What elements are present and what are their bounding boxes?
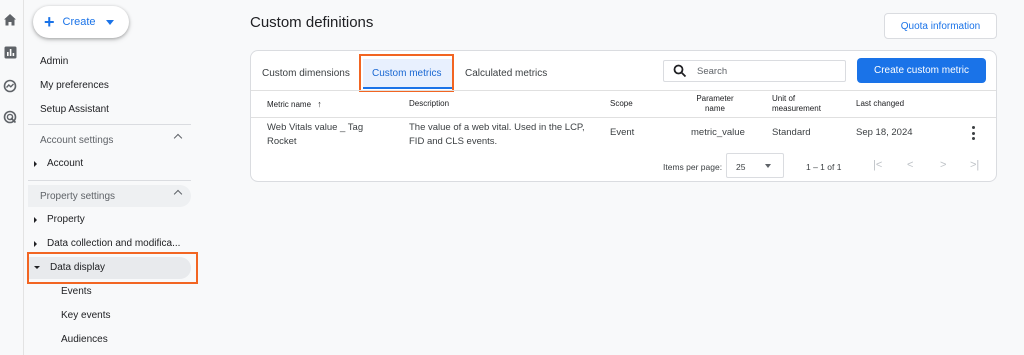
sort-arrow-icon[interactable]: ↑ bbox=[317, 99, 322, 109]
sidebar-item-admin[interactable]: Admin bbox=[40, 56, 68, 67]
header-label-line: measurement bbox=[772, 104, 821, 113]
reports-icon[interactable] bbox=[2, 44, 18, 60]
search-input[interactable] bbox=[663, 60, 846, 82]
create-button-label: Create bbox=[62, 16, 96, 28]
sidebar-item-data-collection[interactable]: Data collection and modifica... bbox=[34, 238, 180, 249]
sidebar: + Create Admin My preferences Setup Assi… bbox=[24, 0, 199, 355]
sidebar-subitem-audiences[interactable]: Audiences bbox=[61, 334, 108, 345]
section-label: Account settings bbox=[40, 134, 114, 146]
sidebar-item-setup-assistant[interactable]: Setup Assistant bbox=[40, 104, 109, 115]
sidebar-item-account[interactable]: Account bbox=[34, 158, 83, 169]
tab-calculated-metrics[interactable]: Calculated metrics bbox=[465, 68, 547, 79]
create-custom-metric-button[interactable]: Create custom metric bbox=[857, 58, 986, 83]
column-header-last-changed: Last changed bbox=[856, 99, 905, 108]
column-header-scope: Scope bbox=[610, 99, 633, 108]
cell-line: Rocket bbox=[267, 136, 297, 147]
caret-down-icon bbox=[765, 164, 771, 168]
sidebar-item-label: Account bbox=[47, 158, 84, 169]
caret-down-icon bbox=[105, 19, 114, 25]
chevron-up-icon bbox=[173, 189, 183, 199]
sidebar-item-label: Data collection and modifica... bbox=[47, 238, 181, 249]
chevron-up-icon bbox=[173, 133, 183, 143]
divider bbox=[28, 124, 191, 125]
cell-line: Web Vitals value _ Tag bbox=[267, 122, 364, 133]
cell-parameter-name: metric_value bbox=[691, 127, 745, 138]
header-label-line: name bbox=[704, 104, 725, 113]
plus-icon: + bbox=[44, 12, 55, 32]
items-per-page-label: Items per page: bbox=[663, 162, 723, 172]
highlight-data-display bbox=[27, 252, 198, 284]
header-label: Metric name bbox=[267, 100, 312, 109]
highlight-custom-metrics-tab bbox=[359, 54, 454, 92]
expand-arrow-icon bbox=[34, 216, 37, 223]
search-placeholder: Search bbox=[697, 66, 728, 77]
divider bbox=[251, 117, 996, 118]
divider bbox=[251, 90, 996, 91]
sidebar-item-my-preferences[interactable]: My preferences bbox=[40, 80, 109, 91]
cell-last-changed: Sep 18, 2024 bbox=[856, 127, 913, 138]
tab-custom-dimensions[interactable]: Custom dimensions bbox=[262, 68, 350, 79]
sidebar-subitem-key-events[interactable]: Key events bbox=[61, 310, 110, 321]
cell-metric-name: Web Vitals value _ Tag Rocket bbox=[267, 121, 363, 149]
cell-line: The value of a web vital. Used in the LC… bbox=[409, 122, 585, 133]
advertising-icon[interactable] bbox=[2, 109, 18, 125]
header-label-line: Unit of bbox=[772, 94, 796, 103]
create-button[interactable]: + Create bbox=[33, 6, 129, 38]
sidebar-subitem-events[interactable]: Events bbox=[61, 286, 92, 297]
column-header-unit: Unit of measurement bbox=[772, 94, 821, 114]
divider bbox=[28, 180, 191, 181]
cell-scope: Event bbox=[610, 127, 635, 138]
nav-rail bbox=[0, 0, 24, 355]
more-options-icon[interactable] bbox=[970, 126, 976, 140]
first-page-icon[interactable]: |< bbox=[873, 159, 882, 171]
sidebar-item-property[interactable]: Property bbox=[34, 214, 85, 225]
items-per-page-select[interactable] bbox=[726, 153, 784, 178]
quota-information-button[interactable]: Quota information bbox=[884, 13, 997, 39]
pagination-range: 1 – 1 of 1 bbox=[806, 162, 842, 172]
cell-line: FID and CLS events. bbox=[409, 136, 498, 147]
column-header-description: Description bbox=[409, 99, 450, 108]
account-settings-section[interactable]: Account settings bbox=[28, 129, 191, 151]
column-header-metric-name[interactable]: Metric name ↑ bbox=[267, 99, 322, 110]
section-label: Property settings bbox=[40, 190, 116, 202]
search-icon bbox=[673, 64, 687, 78]
home-icon[interactable] bbox=[2, 12, 18, 28]
next-page-icon[interactable]: > bbox=[940, 159, 946, 171]
page-title: Custom definitions bbox=[250, 14, 374, 31]
prev-page-icon[interactable]: < bbox=[907, 159, 913, 171]
cell-description: The value of a web vital. Used in the LC… bbox=[409, 121, 585, 149]
sidebar-item-label: Property bbox=[47, 214, 85, 225]
property-settings-section[interactable]: Property settings bbox=[28, 185, 191, 207]
expand-arrow-icon bbox=[34, 160, 37, 167]
cell-unit: Standard bbox=[772, 127, 811, 138]
explore-icon[interactable] bbox=[2, 78, 18, 94]
header-label-line: Parameter bbox=[696, 94, 734, 103]
column-header-parameter-name: Parameter name bbox=[690, 94, 740, 114]
last-page-icon[interactable]: >| bbox=[970, 159, 979, 171]
items-per-page-value: 25 bbox=[736, 162, 746, 172]
expand-arrow-icon bbox=[34, 240, 37, 247]
